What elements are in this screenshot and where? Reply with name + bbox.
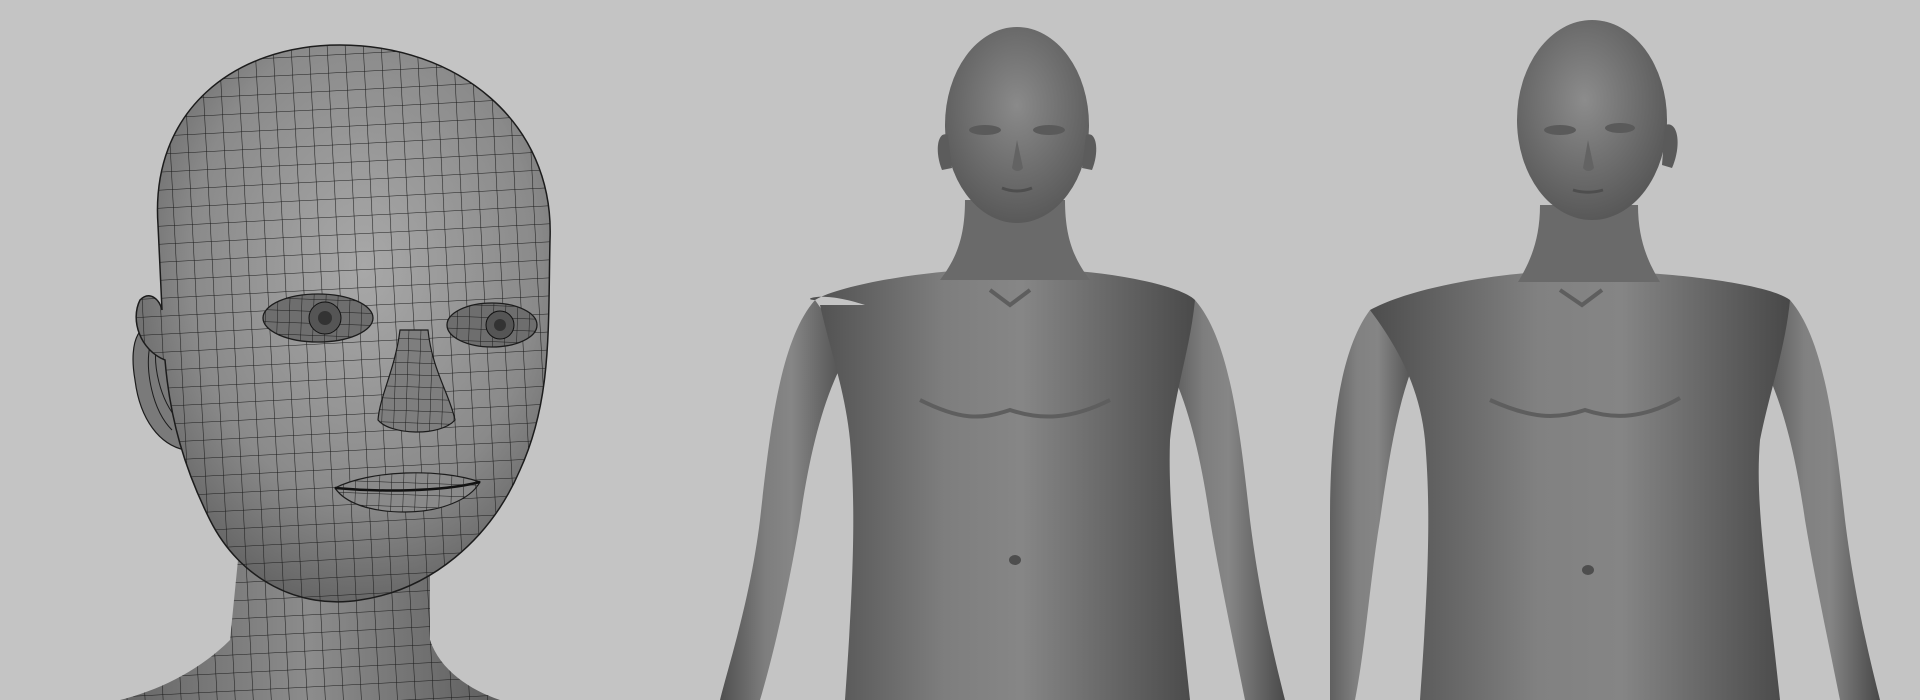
- wireframe-head-render: [0, 0, 600, 700]
- left-eye-mesh: [262, 293, 374, 343]
- 3d-viewport[interactable]: [0, 0, 1920, 700]
- front-body-figure: [720, 27, 1285, 700]
- right-eye-mesh: [446, 302, 538, 348]
- body-three-quarter-render: [1330, 0, 1920, 700]
- body-front-render: [720, 0, 1310, 700]
- three-quarter-body-figure: [1330, 20, 1880, 700]
